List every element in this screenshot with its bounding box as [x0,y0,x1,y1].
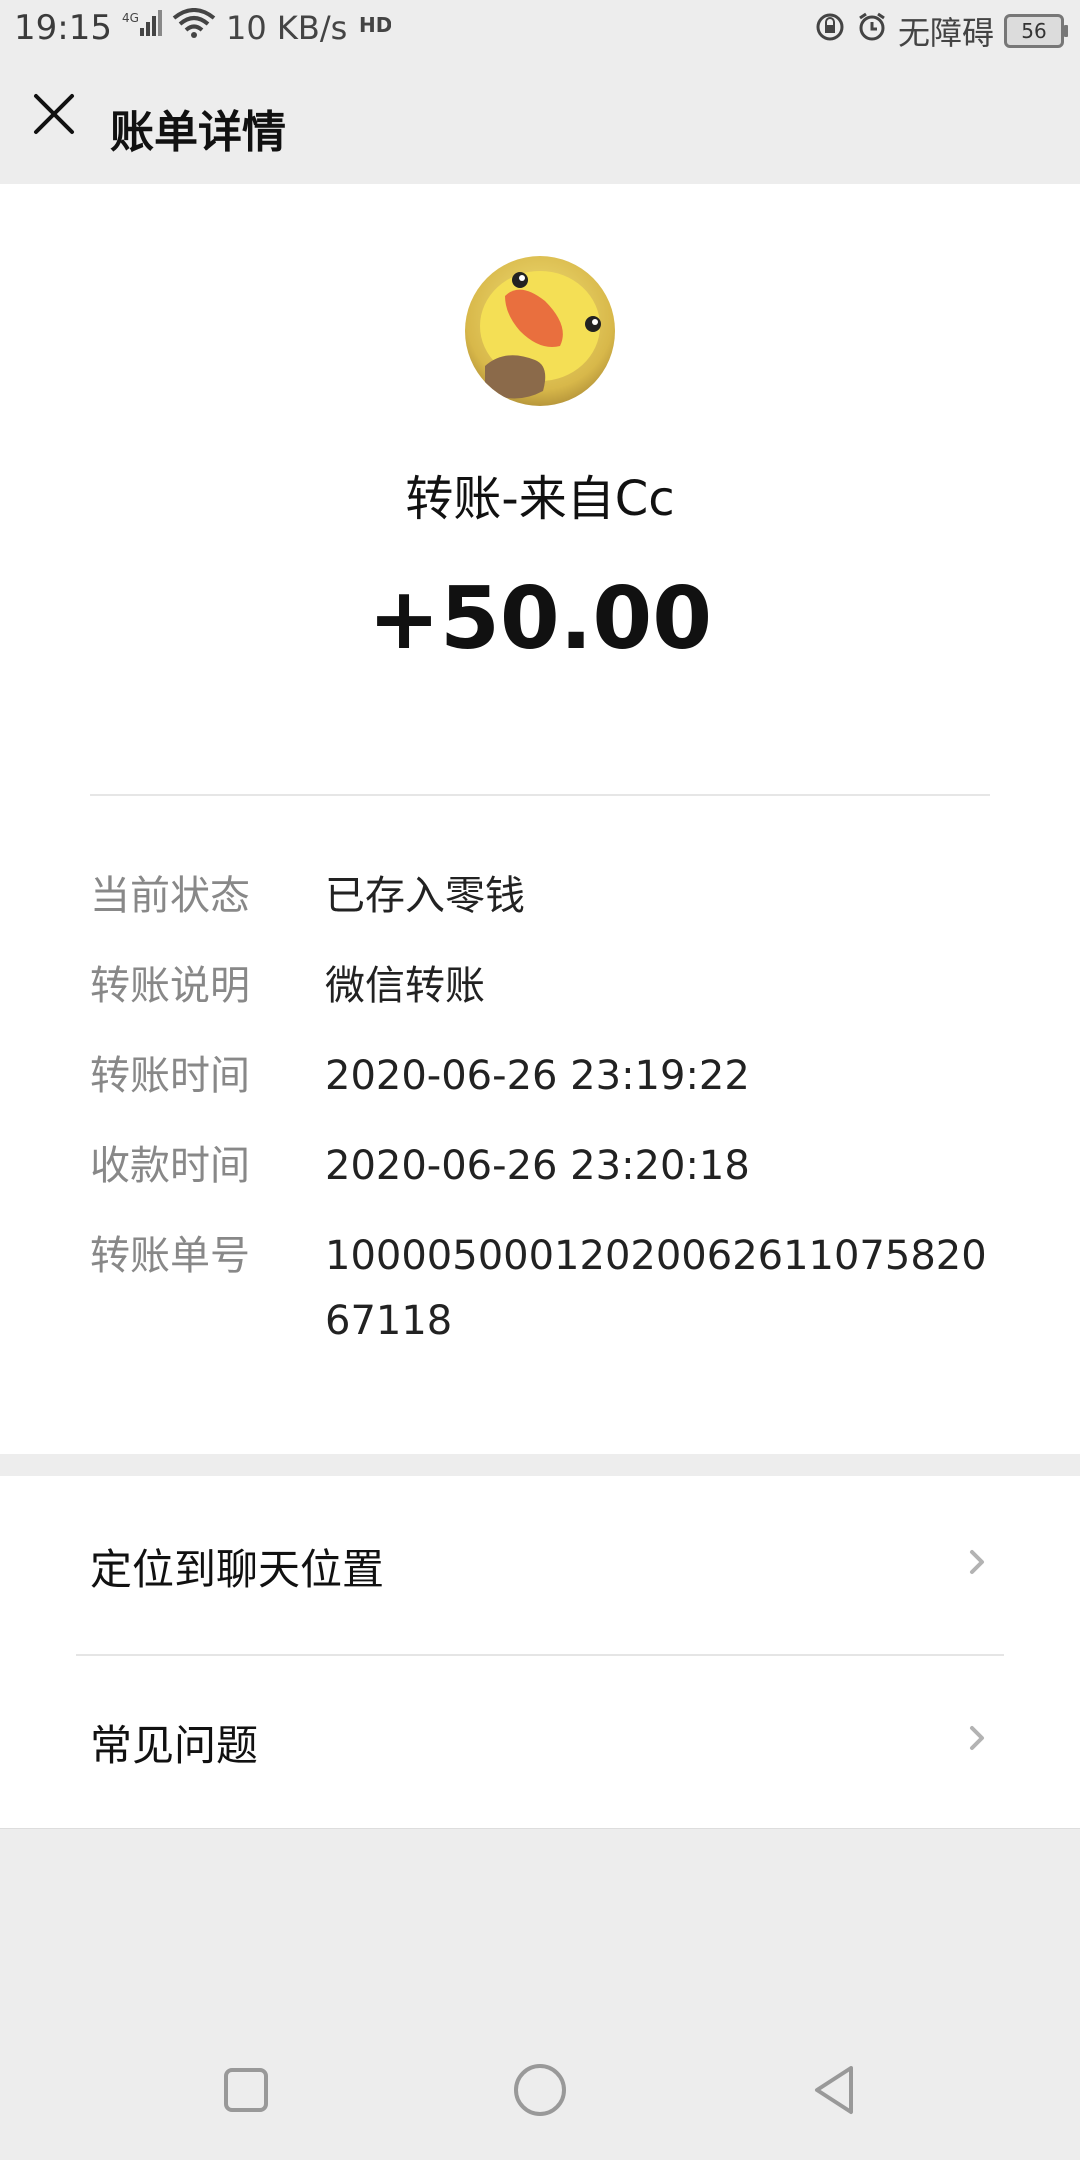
back-button[interactable] [807,2062,863,2118]
detail-value: 已存入零钱 [325,873,525,919]
signal-4g-icon: 4G [122,8,162,48]
hd-icon: HD [357,8,392,48]
network-speed: 10 KB/s [225,9,348,47]
chevron-right-icon [970,1550,984,1574]
status-right: 无障碍 56 [814,8,1068,54]
app-header: 账单详情 [0,56,1080,184]
faq-item[interactable]: 常见问题 [0,1652,1080,1828]
page-title: 账单详情 [110,107,286,158]
accessibility-label: 无障碍 [897,14,994,52]
detail-row-status: 当前状态 已存入零钱 [90,864,1010,929]
square-icon [224,2068,268,2112]
detail-label: 转账单号 [90,1233,250,1279]
chevron-right-icon [970,1726,984,1750]
detail-label: 转账说明 [90,963,250,1009]
close-icon [34,94,74,134]
detail-value: 1000050001202006261107582067118 [325,1233,987,1344]
home-button[interactable] [512,2062,568,2118]
list-item-label: 定位到聊天位置 [90,1545,385,1594]
detail-label: 转账时间 [90,1053,250,1099]
locate-chat-position-item[interactable]: 定位到聊天位置 [0,1476,1080,1652]
svg-text:HD: HD [359,13,391,37]
close-button[interactable] [26,86,82,142]
detail-row-description: 转账说明 微信转账 [90,954,1010,1019]
triangle-back-icon [815,2066,853,2114]
detail-row-transfer-time: 转账时间 2020-06-26 23:19:22 [90,1044,1010,1109]
bill-detail-card: 转账-来自Cc +50.00 当前状态 已存入零钱 转账说明 微信转账 转账时间… [0,184,1080,1454]
svg-text:4G: 4G [122,11,139,25]
system-navbar [0,2020,1080,2160]
detail-value: 2020-06-26 23:19:22 [325,1053,750,1099]
alarm-icon [856,11,888,51]
list-item-label: 常见问题 [90,1721,259,1770]
status-bar: 19:15 4G 10 KB/s HD 无障碍 56 [0,0,1080,56]
detail-value: 2020-06-26 23:20:18 [325,1143,750,1189]
divider [90,794,990,796]
circle-icon [514,2064,566,2116]
avatar [465,256,615,406]
detail-value: 微信转账 [325,963,485,1009]
wifi-icon [172,8,216,48]
transfer-title: 转账-来自Cc [405,471,675,527]
detail-label: 收款时间 [90,1143,250,1189]
transfer-details: 当前状态 已存入零钱 转账说明 微信转账 转账时间 2020-06-26 23:… [90,864,1010,1379]
recent-apps-button[interactable] [218,2062,274,2118]
detail-label: 当前状态 [90,873,250,919]
status-left: 19:15 4G 10 KB/s HD [14,8,393,48]
battery-icon: 56 [1004,14,1068,48]
detail-row-transfer-number: 转账单号 1000050001202006261107582067118 [90,1224,1010,1354]
transfer-amount: +50.00 [367,569,713,669]
actions-list: 定位到聊天位置 常见问题 [0,1476,1080,1829]
status-time: 19:15 [14,8,112,48]
lock-rotation-icon [814,11,846,51]
detail-row-receive-time: 收款时间 2020-06-26 23:20:18 [90,1134,1010,1199]
